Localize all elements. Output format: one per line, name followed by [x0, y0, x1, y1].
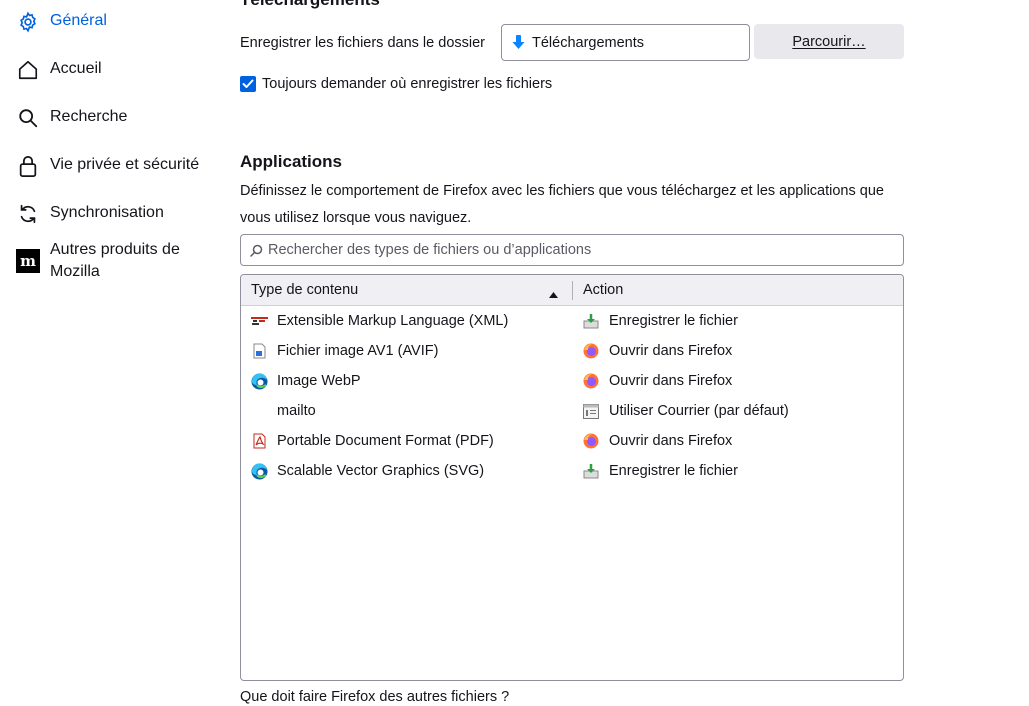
main-content: Téléchargements Enregistrer les fichiers…	[240, 0, 904, 705]
sidebar-item-home[interactable]: Accueil	[16, 58, 200, 82]
save-folder-label: Enregistrer les fichiers dans le dossier	[240, 35, 485, 51]
content-type-label: mailto	[277, 403, 316, 419]
sidebar-item-general[interactable]: Général	[16, 10, 200, 34]
sync-icon	[16, 202, 40, 226]
download-arrow-icon	[511, 34, 526, 51]
action-label: Ouvrir dans Firefox	[609, 373, 733, 389]
sort-ascending-icon	[549, 286, 558, 302]
table-row[interactable]: Scalable Vector Graphics (SVG) Enregistr…	[241, 457, 903, 487]
column-header-action[interactable]: Action	[583, 282, 623, 298]
sidebar-item-label: Accueil	[50, 60, 102, 77]
lock-icon	[16, 154, 40, 178]
action-label: Enregistrer le fichier	[609, 463, 738, 479]
table-row[interactable]: Extensible Markup Language (XML) Enregis…	[241, 307, 903, 337]
content-type-label: Portable Document Format (PDF)	[277, 433, 494, 449]
firefox-icon	[582, 432, 600, 450]
search-icon	[16, 106, 40, 130]
search-placeholder: Rechercher des types de fichiers ou d’ap…	[268, 242, 592, 258]
sidebar-item-label: Vie privée et sécurité	[50, 156, 200, 173]
sidebar: Général Accueil Recherche Vie privée et …	[0, 0, 220, 697]
sidebar-item-search[interactable]: Recherche	[16, 106, 200, 130]
sidebar-item-label: Recherche	[50, 108, 128, 125]
table-row[interactable]: mailto Utiliser Courrier (par défaut)	[241, 397, 903, 427]
pdf-file-icon	[250, 432, 268, 450]
content-type-search-input[interactable]: Rechercher des types de fichiers ou d’ap…	[240, 234, 904, 266]
content-type-label: Fichier image AV1 (AVIF)	[277, 343, 439, 359]
gear-icon	[16, 10, 40, 34]
content-type-label: Image WebP	[277, 373, 361, 389]
download-folder-field[interactable]: Téléchargements	[501, 24, 750, 61]
sidebar-item-privacy[interactable]: Vie privée et sécurité	[16, 154, 200, 178]
column-divider[interactable]	[572, 281, 573, 300]
action-label: Enregistrer le fichier	[609, 313, 738, 329]
mozilla-logo-icon: m	[16, 249, 40, 273]
sidebar-item-label: Autres produits de Mozilla	[50, 241, 180, 280]
edge-icon	[250, 372, 268, 390]
download-folder-value: Téléchargements	[532, 34, 645, 51]
home-icon	[16, 58, 40, 82]
xml-file-icon	[250, 312, 268, 330]
edge-icon	[250, 462, 268, 480]
downloads-heading: Téléchargements	[240, 0, 380, 10]
sidebar-item-label: Général	[50, 12, 107, 29]
sidebar-item-sync[interactable]: Synchronisation	[16, 202, 200, 226]
blank-icon	[250, 402, 268, 420]
search-icon	[250, 244, 263, 257]
browse-button[interactable]: Parcourir…	[754, 24, 904, 59]
sidebar-item-label: Synchronisation	[50, 204, 164, 221]
table-header: Type de contenu Action	[241, 275, 903, 306]
svg-text:m: m	[20, 252, 36, 270]
firefox-icon	[582, 372, 600, 390]
image-file-icon	[250, 342, 268, 360]
firefox-icon	[582, 342, 600, 360]
always-ask-label: Toujours demander où enregistrer les fic…	[262, 76, 553, 92]
applications-heading: Applications	[240, 152, 343, 171]
applications-description: Définissez le comportement de Firefox av…	[240, 183, 884, 226]
applications-table: Type de contenu Action Extensible Markup	[240, 274, 904, 681]
content-type-label: Scalable Vector Graphics (SVG)	[277, 463, 485, 479]
save-file-icon	[582, 462, 600, 480]
content-type-label: Extensible Markup Language (XML)	[277, 313, 509, 329]
action-label: Ouvrir dans Firefox	[609, 433, 733, 449]
sidebar-item-mozilla[interactable]: m Autres produits de Mozilla	[16, 239, 200, 283]
always-ask-checkbox[interactable]	[240, 76, 256, 92]
table-row[interactable]: Image WebP Ouvrir dans Firefox	[241, 367, 903, 397]
mail-app-icon	[582, 402, 600, 420]
table-row[interactable]: Fichier image AV1 (AVIF) Ouvrir dans Fir…	[241, 337, 903, 367]
save-file-icon	[582, 312, 600, 330]
action-label: Ouvrir dans Firefox	[609, 343, 733, 359]
column-header-type[interactable]: Type de contenu	[251, 282, 358, 298]
always-ask-checkbox-row[interactable]: Toujours demander où enregistrer les fic…	[240, 76, 552, 92]
table-row[interactable]: Portable Document Format (PDF) Ouvrir da…	[241, 427, 903, 457]
other-files-label: Que doit faire Firefox des autres fichie…	[240, 689, 510, 705]
action-label: Utiliser Courrier (par défaut)	[609, 403, 789, 419]
